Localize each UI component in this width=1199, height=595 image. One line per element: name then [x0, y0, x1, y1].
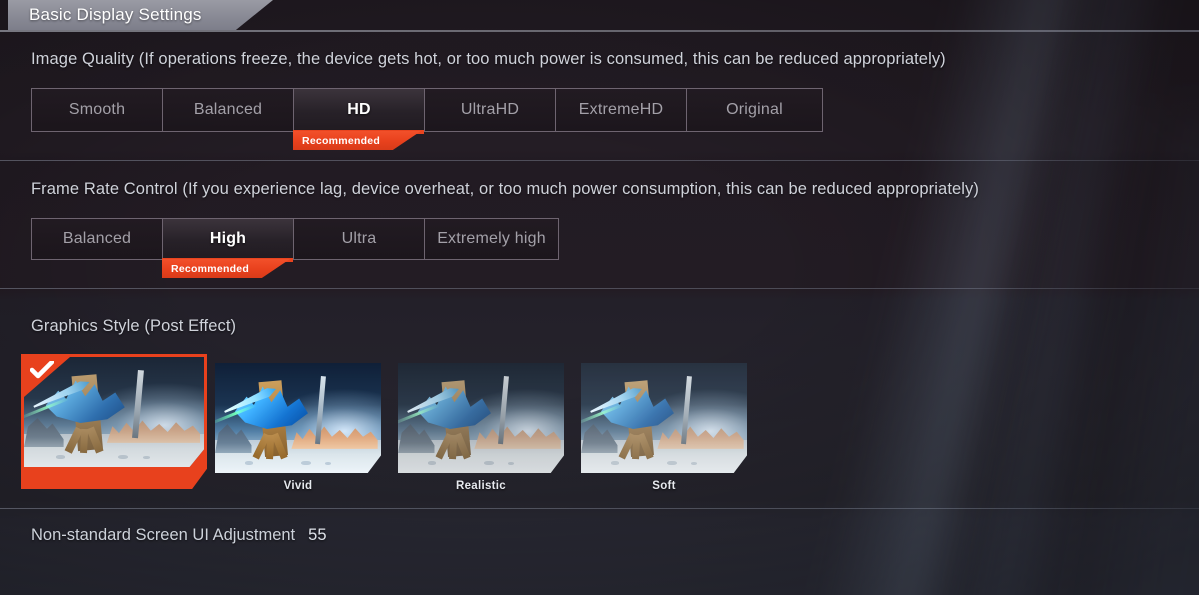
option-label: High: [209, 230, 247, 247]
frame-rate-option-ultra[interactable]: Ultra: [294, 219, 425, 259]
thumbnail-scene: [581, 363, 747, 473]
image-quality-option-ultrahd[interactable]: UltraHD: [425, 89, 556, 131]
ui-adjustment-label: Non-standard Screen UI Adjustment: [31, 526, 296, 544]
option-label: Balanced: [62, 230, 132, 247]
thumbnail-scene: [215, 363, 381, 473]
option-label: ExtremeHD: [578, 101, 664, 118]
settings-screen: Basic Display Settings Image Quality (If…: [0, 0, 1199, 595]
frame-rate-recommended-badge: Recommended: [162, 259, 290, 278]
frame-rate-option-balanced[interactable]: Balanced: [32, 219, 163, 259]
header-underline: [0, 30, 1199, 32]
option-label: Ultra: [341, 230, 377, 247]
option-label: Smooth: [68, 101, 126, 118]
graphics-style-thumbnail-soft: [581, 363, 747, 473]
image-quality-option-smooth[interactable]: Smooth: [32, 89, 163, 131]
header-tab: Basic Display Settings: [8, 0, 273, 30]
image-quality-option-balanced[interactable]: Balanced: [163, 89, 294, 131]
graphics-style-option-classic[interactable]: Classic: [21, 354, 207, 489]
graphics-style-label-vivid: Vivid: [283, 480, 313, 492]
frame-rate-label: Frame Rate Control (If you experience la…: [31, 180, 979, 198]
divider-1: [0, 160, 1199, 161]
image-quality-label: Image Quality (If operations freeze, the…: [31, 50, 946, 68]
thumbnail-scene: [398, 363, 564, 473]
frame-rate-option-extremely-high[interactable]: Extremely high: [425, 219, 558, 259]
graphics-style-label-realistic: Realistic: [455, 480, 506, 492]
graphics-style-thumbnail-realistic: [398, 363, 564, 473]
page-title: Basic Display Settings: [29, 5, 202, 24]
image-quality-option-hd[interactable]: HD: [294, 89, 425, 131]
ui-adjustment-value: 55: [308, 526, 327, 544]
graphics-style-label: Graphics Style (Post Effect): [31, 317, 237, 335]
check-icon: [30, 361, 54, 379]
background-light-streak-2: [920, 0, 1190, 595]
image-quality-options[interactable]: Smooth Balanced HD UltraHD ExtremeHD Ori…: [31, 88, 823, 132]
graphics-style-label-soft: Soft: [652, 480, 676, 492]
background-light-streak-1: [780, 0, 1130, 595]
image-quality-option-original[interactable]: Original: [687, 89, 822, 131]
option-label: Balanced: [193, 101, 263, 118]
background-light-streak-3: [1036, 107, 1199, 595]
graphics-style-thumbnail-vivid: [215, 363, 381, 473]
frame-rate-option-high[interactable]: High: [163, 219, 294, 259]
ui-adjustment-row[interactable]: Non-standard Screen UI Adjustment 55: [31, 526, 327, 545]
option-label: UltraHD: [460, 101, 520, 118]
graphics-style-thumbnail-classic: [24, 357, 204, 467]
frame-rate-options[interactable]: Balanced High Ultra Extremely high: [31, 218, 559, 260]
option-label: Original: [726, 101, 783, 118]
divider-2: [0, 288, 1199, 289]
image-quality-option-extremehd[interactable]: ExtremeHD: [556, 89, 687, 131]
graphics-style-option-realistic[interactable]: Realistic: [398, 363, 564, 492]
option-label: HD: [347, 101, 371, 118]
option-label: Extremely high: [437, 230, 546, 247]
graphics-style-option-vivid[interactable]: Vivid: [215, 363, 381, 492]
graphics-style-option-soft[interactable]: Soft: [581, 363, 747, 492]
divider-3: [0, 508, 1199, 509]
image-quality-recommended-badge: Recommended: [293, 131, 421, 150]
